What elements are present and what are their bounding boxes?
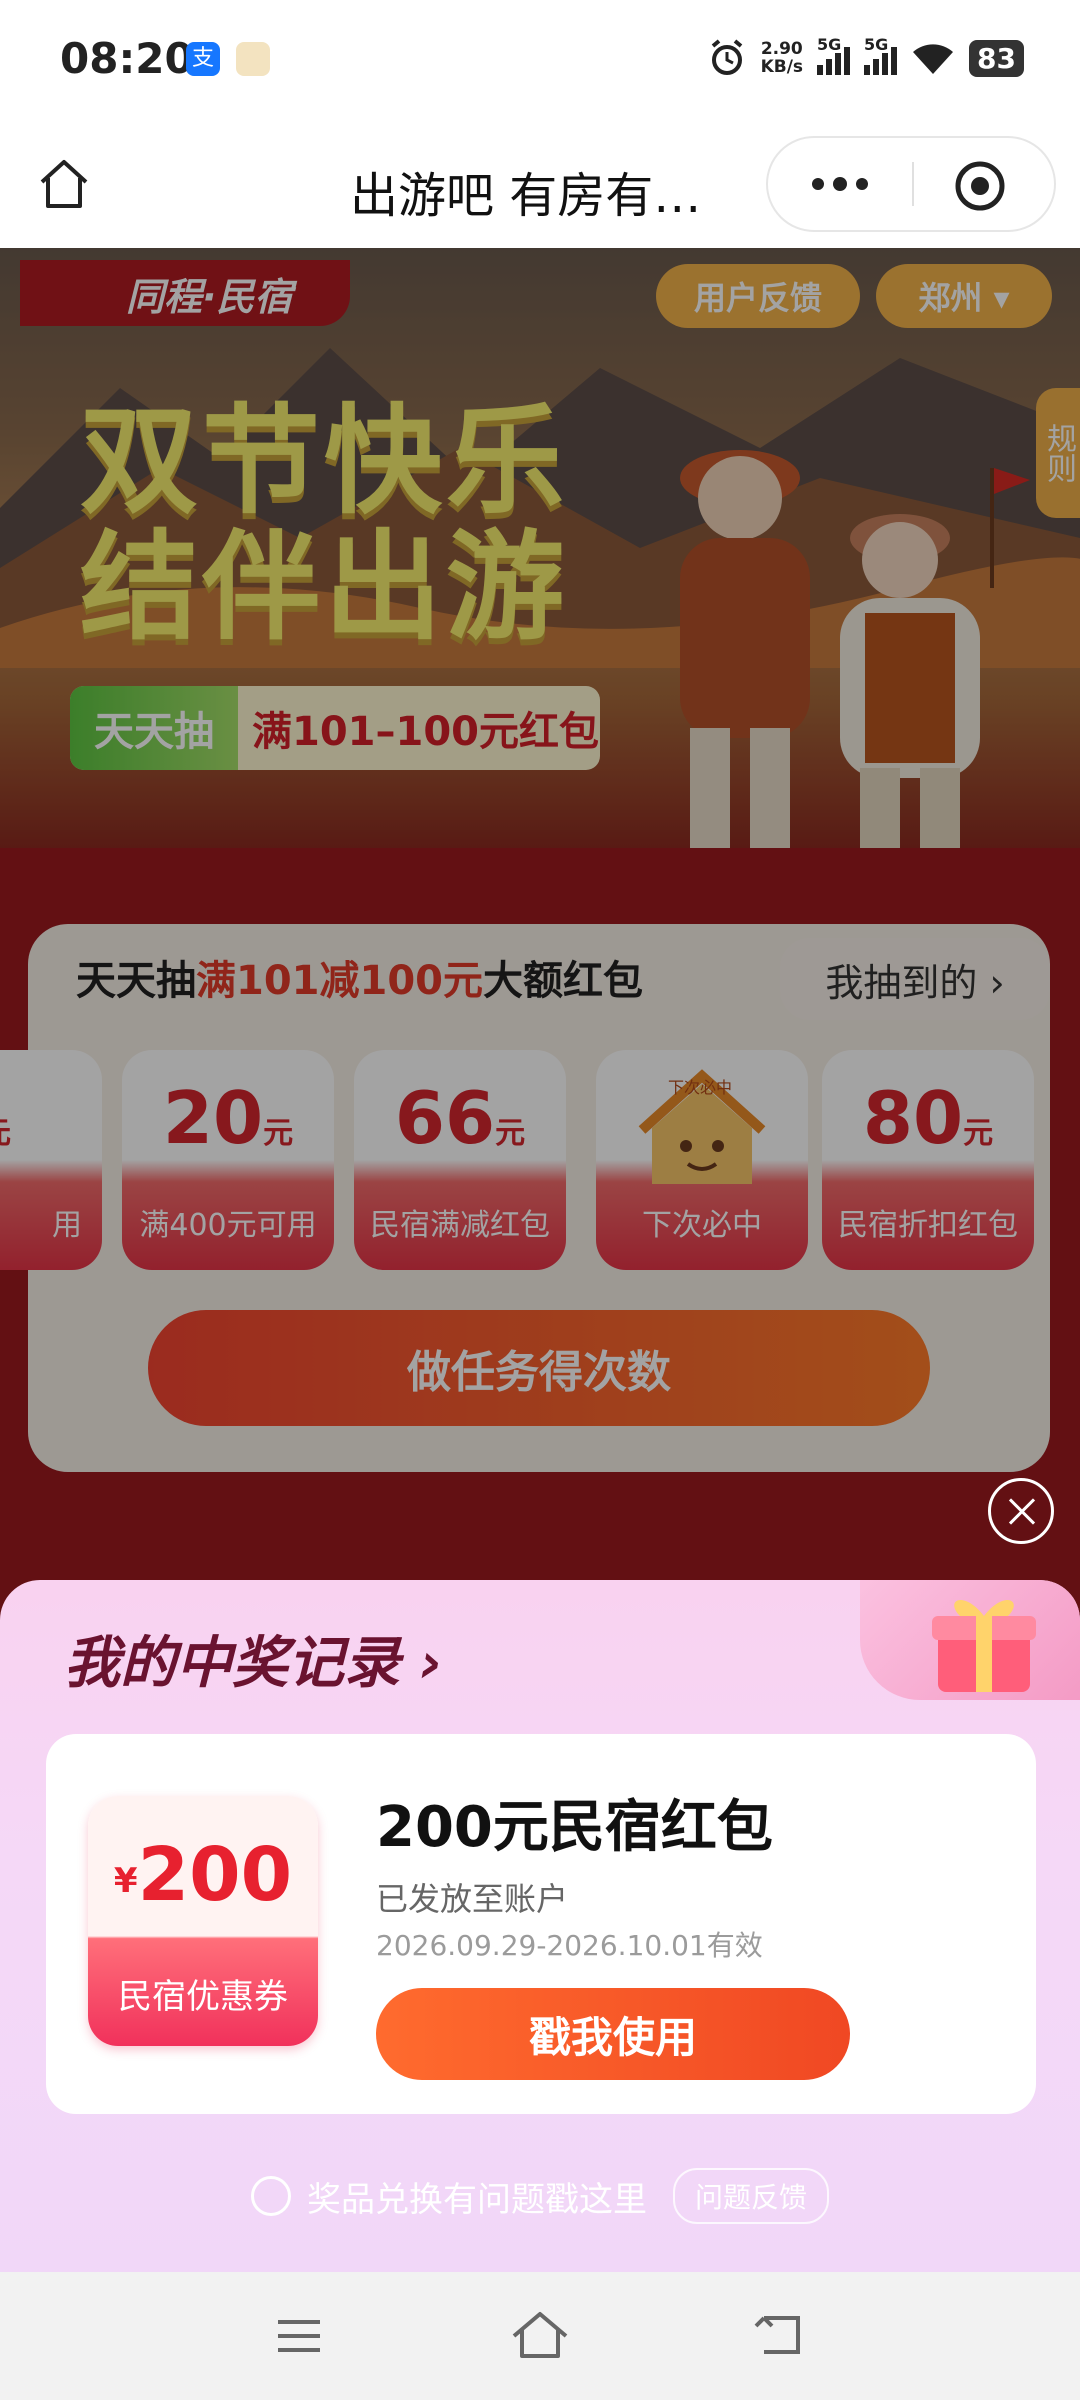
help-row: 奖品兑换有问题戳这里 问题反馈	[0, 2168, 1080, 2224]
signal-5g-icon: 5G	[864, 35, 898, 75]
help-text[interactable]: 奖品兑换有问题戳这里	[307, 2172, 647, 2221]
coupon-value: ¥200	[88, 1832, 318, 1918]
net-speed: 2.90 KB/s	[761, 40, 803, 76]
signal-5g-icon: 5G	[817, 35, 851, 75]
prize-validity: 2026.09.29-2026.10.01有效	[376, 1929, 763, 1962]
use-coupon-button[interactable]: 戳我使用	[376, 1988, 850, 2080]
app-notification-icon	[236, 42, 270, 76]
close-icon[interactable]	[988, 1478, 1054, 1544]
back-icon[interactable]	[754, 2312, 804, 2358]
sheet-title[interactable]: 我的中奖记录 ›	[64, 1618, 443, 1699]
coupon-currency: ¥	[113, 1861, 138, 1901]
alarm-icon	[711, 39, 742, 75]
problem-feedback-button[interactable]: 问题反馈	[672, 2168, 829, 2224]
battery-icon: 83	[969, 39, 1024, 77]
page-title: 出游吧 有房有…	[350, 168, 702, 224]
more-icon[interactable]	[808, 172, 872, 196]
net-speed-value: 2.90	[760, 39, 803, 59]
wifi-icon	[913, 44, 954, 74]
system-nav-bar	[0, 2272, 1080, 2400]
alipay-icon: 支	[186, 42, 220, 76]
capsule-divider	[912, 162, 914, 206]
coupon-caption: 民宿优惠券	[118, 1977, 288, 2017]
home-nav-icon[interactable]	[510, 2310, 570, 2360]
mini-program-capsule	[766, 136, 1056, 232]
status-time: 08:20	[60, 34, 194, 83]
signal-label: 5G	[817, 35, 842, 54]
status-bar: 08:20 支 2.90 KB/s 5G 5G 83	[0, 0, 1080, 120]
gift-box-icon	[932, 1600, 1036, 1692]
coupon-amount: 200	[137, 1832, 293, 1918]
close-miniprogram-icon[interactable]	[954, 160, 1006, 212]
net-speed-unit: KB/s	[760, 57, 804, 77]
home-icon[interactable]	[36, 156, 92, 212]
prize-record-card: ¥200 民宿优惠券 200元民宿红包 已发放至账户 2026.09.29-20…	[46, 1734, 1036, 2114]
prize-name: 200元民宿红包	[376, 1795, 773, 1860]
chat-bubble-icon	[250, 2176, 291, 2216]
menu-icon[interactable]	[274, 2316, 324, 2356]
prize-status: 已发放至账户	[376, 1880, 569, 1918]
prize-record-sheet: 我的中奖记录 › ¥200 民宿优惠券 200元民宿红包 已发放至账户 2026…	[0, 1580, 1080, 2272]
coupon-ticket: ¥200 民宿优惠券	[88, 1796, 318, 2046]
signal-label: 5G	[864, 35, 889, 54]
